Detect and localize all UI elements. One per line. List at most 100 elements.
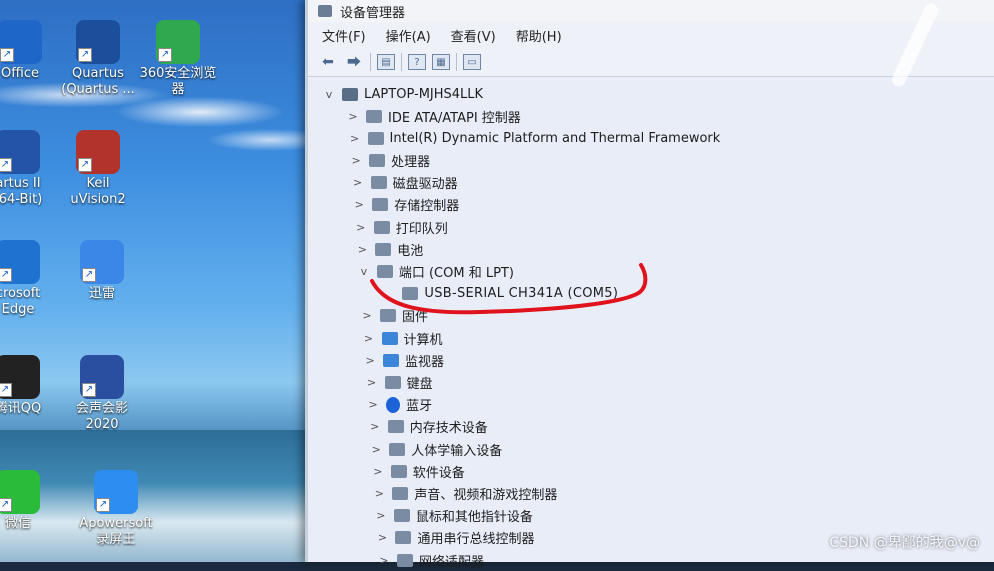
desktop-shortcut[interactable]: ↗ 腾讯QQ [0,355,58,417]
device-manager-window: 设备管理器 文件(F) 操作(A) 查看(V) 帮助(H) ⬅ ⮕ ▤ ? ▦ … [305,0,994,570]
tree-category-item[interactable]: > 存储控制器 [352,194,459,216]
menu-action[interactable]: 操作(A) [386,26,431,45]
tree-category-item[interactable]: > 键盘 [365,371,433,393]
shortcut-arrow-icon: ↗ [82,268,96,282]
tree-item-label: 键盘 [406,376,433,392]
menu-view[interactable]: 查看(V) [451,26,496,45]
wechat-icon: ↗ [0,470,40,514]
expand-chevron-icon[interactable]: > [352,198,366,211]
shortcut-arrow-icon: ↗ [0,158,12,172]
tree-category-item[interactable]: > 声音、视频和游戏控制器 [372,482,557,504]
shortcut-arrow-icon: ↗ [82,383,96,397]
tree-category-item[interactable]: > 人体学输入设备 [369,438,502,460]
expand-chevron-icon[interactable]: > [349,154,363,167]
expand-chevron-icon[interactable]: > [375,531,389,544]
tree-item-label: 人体学输入设备 [411,443,503,459]
desktop-shortcut[interactable]: ↗ 360安全浏览 器 [138,20,218,98]
tree-category-item[interactable]: > 网络适配器 [377,549,484,571]
expand-chevron-icon[interactable]: > [368,420,382,433]
help-icon[interactable]: ? [408,54,426,70]
tree-item-label: 蓝牙 [406,399,433,415]
shortcut-arrow-icon: ↗ [96,498,110,512]
expand-chevron-icon[interactable]: > [369,443,383,456]
tree-item-label: 处理器 [391,154,431,170]
tree-device-item[interactable]: USB-SERIAL CH341A (COM5) [382,283,618,305]
tree-category-item[interactable]: > 计算机 [362,327,443,349]
expand-chevron-icon[interactable]: > [346,110,360,123]
expand-chevron-icon[interactable]: > [363,354,377,367]
desktop-shortcut[interactable]: ↗ 微信 [0,470,58,532]
tree-category-item[interactable]: > 打印队列 [354,216,448,238]
edge-icon: ↗ [0,240,40,284]
collapse-chevron-icon[interactable]: v [322,88,336,101]
quartus-ii-icon: ↗ [0,130,40,174]
processor-icon [369,153,386,167]
desktop-shortcut[interactable]: ↗ Apowersoft 录屏王 [76,470,156,548]
tree-category-item[interactable]: > 处理器 [349,149,430,171]
video-editor-icon: ↗ [80,355,124,399]
desktop-shortcut[interactable]: ↗ Office [0,20,60,82]
tree-category-item[interactable]: > 通用串行总线控制器 [375,527,534,549]
desktop-shortcut[interactable]: ↗ 会声会影 2020 [62,355,142,433]
expand-chevron-icon[interactable]: > [365,376,379,389]
shortcut-arrow-icon: ↗ [0,48,14,62]
bluetooth-icon [386,396,401,413]
desktop-shortcut[interactable]: ↗ Quartus (Quartus ... [58,20,138,98]
keyboard-icon [384,375,401,389]
ide-controller-icon [366,109,382,123]
expand-chevron-icon[interactable]: > [371,465,385,478]
desktop-shortcut[interactable]: ↗ Keil uVision2 [58,130,138,208]
monitor-icon [383,353,400,367]
expand-chevron-icon[interactable]: > [362,332,376,345]
desktop-shortcut[interactable]: ↗ artus II (64-Bit) [0,130,58,208]
keil-icon: ↗ [76,130,120,174]
shortcut-arrow-icon: ↗ [158,48,172,62]
menu-file[interactable]: 文件(F) [322,26,366,45]
tree-category-item[interactable]: > 监视器 [363,349,444,371]
tree-item-label: 存储控制器 [394,199,460,215]
monitor-icon[interactable]: ▭ [463,54,481,70]
tree-category-item[interactable]: > 软件设备 [371,460,465,482]
tree-category-item[interactable]: > 蓝牙 [366,394,432,416]
view-icon[interactable]: ▦ [432,54,450,70]
forward-arrow-icon[interactable]: ⮕ [344,53,364,71]
mouse-icon [393,509,410,523]
tree-item-label: 计算机 [403,332,443,348]
network-adapter-icon [397,553,413,567]
storage-controller-icon [372,198,389,212]
disk-drive-icon [370,176,387,190]
quartus-icon: ↗ [76,20,120,64]
expand-chevron-icon[interactable]: > [374,509,388,522]
expand-chevron-icon[interactable]: > [354,221,368,234]
tree-category-item[interactable]: > 固件 [360,305,428,327]
tree-category-item[interactable]: > Intel(R) Dynamic Platform and Thermal F… [348,127,720,149]
tree-category-item[interactable]: > 磁盘驱动器 [351,172,458,194]
menu-help[interactable]: 帮助(H) [516,26,562,45]
collapse-chevron-icon[interactable]: v [357,265,371,278]
tree-category-item[interactable]: > 鼠标和其他指针设备 [374,505,533,527]
shortcut-arrow-icon: ↗ [0,383,12,397]
tree-root-label: LAPTOP-MJHS4LLK [364,86,484,102]
tree-category-item[interactable]: > 电池 [355,238,423,260]
desktop-shortcut-label: 微信 [4,516,31,531]
expand-chevron-icon[interactable]: > [360,309,374,322]
tree-root-computer[interactable]: v LAPTOP-MJHS4LLK [322,83,483,105]
expand-chevron-icon[interactable]: > [377,554,391,567]
expand-chevron-icon[interactable]: > [355,243,369,256]
expand-chevron-icon[interactable]: > [351,176,365,189]
properties-icon[interactable]: ▤ [377,54,395,70]
tree-item-label: 通用串行总线控制器 [417,532,535,548]
desktop-shortcut[interactable]: ↗ 迅雷 [62,240,142,302]
toolbar-separator [370,53,371,71]
desktop-background: ↗ Office ↗ Quartus (Quartus ... ↗ 360安全浏览 器 ↗ a… [0,0,320,562]
tree-category-item[interactable]: v 端口 (COM 和 LPT) [357,260,514,282]
desktop-shortcut[interactable]: ↗ crosoft Edge [0,240,58,318]
desktop-shortcut-label: 迅雷 [88,286,115,301]
tree-category-item[interactable]: > 内存技术设备 [368,416,488,438]
tree-category-item[interactable]: > IDE ATA/ATAPI 控制器 [346,105,521,127]
back-arrow-icon[interactable]: ⬅ [318,53,338,71]
expand-chevron-icon[interactable]: > [372,487,386,500]
expand-chevron-icon[interactable]: > [348,132,362,145]
tree-item-label: IDE ATA/ATAPI 控制器 [388,110,521,126]
expand-chevron-icon[interactable]: > [366,398,380,411]
